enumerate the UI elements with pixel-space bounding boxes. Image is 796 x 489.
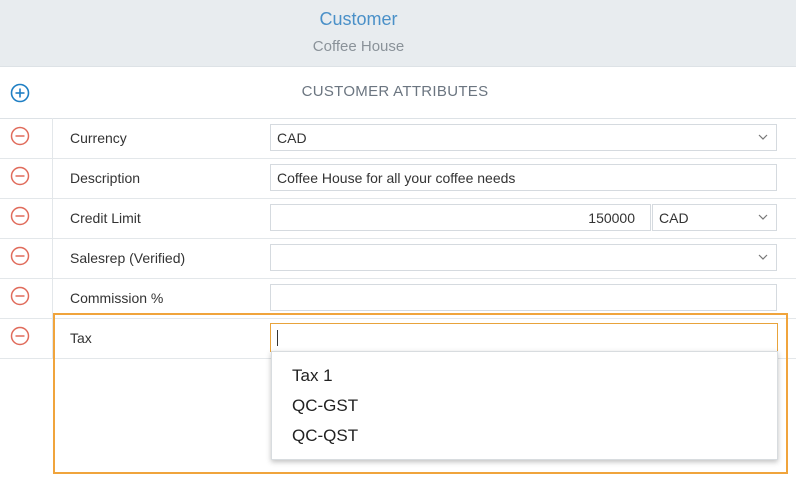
attribute-label: Description <box>70 170 141 186</box>
chevron-down-icon <box>758 214 768 220</box>
currency-value: CAD <box>277 130 307 146</box>
attribute-label: Tax <box>70 330 92 346</box>
attribute-row-description: Description Coffee House for all your co… <box>0 158 796 199</box>
chevron-down-icon <box>758 134 768 140</box>
attribute-row-commission: Commission % <box>0 278 796 319</box>
attribute-label: Credit Limit <box>70 210 141 226</box>
minus-circle-icon[interactable] <box>10 326 30 346</box>
page-subtitle: Coffee House <box>312 38 405 55</box>
attribute-label: Currency <box>70 130 127 146</box>
minus-circle-icon[interactable] <box>10 286 30 306</box>
salesrep-select[interactable] <box>270 244 777 271</box>
tax-option[interactable]: QC-QST <box>292 426 358 446</box>
attribute-row-currency: Currency CAD <box>0 118 796 159</box>
credit-limit-currency-select[interactable]: CAD <box>652 204 777 231</box>
attribute-label: Salesrep (Verified) <box>70 250 186 266</box>
minus-circle-icon[interactable] <box>10 166 30 186</box>
attribute-row-credit-limit: Credit Limit 150000 CAD <box>0 198 796 239</box>
description-value: Coffee House for all your coffee needs <box>277 170 516 186</box>
attribute-label: Commission % <box>70 290 164 306</box>
tax-option[interactable]: QC-GST <box>292 396 358 416</box>
minus-circle-icon[interactable] <box>10 126 30 146</box>
currency-select[interactable]: CAD <box>270 124 777 151</box>
tax-input[interactable] <box>270 323 778 352</box>
attribute-row-salesrep: Salesrep (Verified) <box>0 238 796 279</box>
tax-dropdown[interactable]: Tax 1 QC-GST QC-QST <box>271 351 778 460</box>
credit-limit-currency: CAD <box>659 210 689 226</box>
description-input[interactable]: Coffee House for all your coffee needs <box>270 164 777 191</box>
tax-option[interactable]: Tax 1 <box>292 366 333 386</box>
chevron-down-icon <box>758 254 768 260</box>
minus-circle-icon[interactable] <box>10 246 30 266</box>
page-title: Customer <box>319 9 398 29</box>
section-title: CUSTOMER ATTRIBUTES <box>301 83 489 100</box>
section-header: CUSTOMER ATTRIBUTES <box>0 67 796 119</box>
credit-limit-amount-input[interactable]: 150000 <box>270 204 651 231</box>
page-header: Customer Coffee House <box>0 0 796 66</box>
commission-input[interactable] <box>270 284 777 311</box>
credit-limit-amount: 150000 <box>588 210 635 226</box>
text-cursor <box>277 330 278 346</box>
minus-circle-icon[interactable] <box>10 206 30 226</box>
